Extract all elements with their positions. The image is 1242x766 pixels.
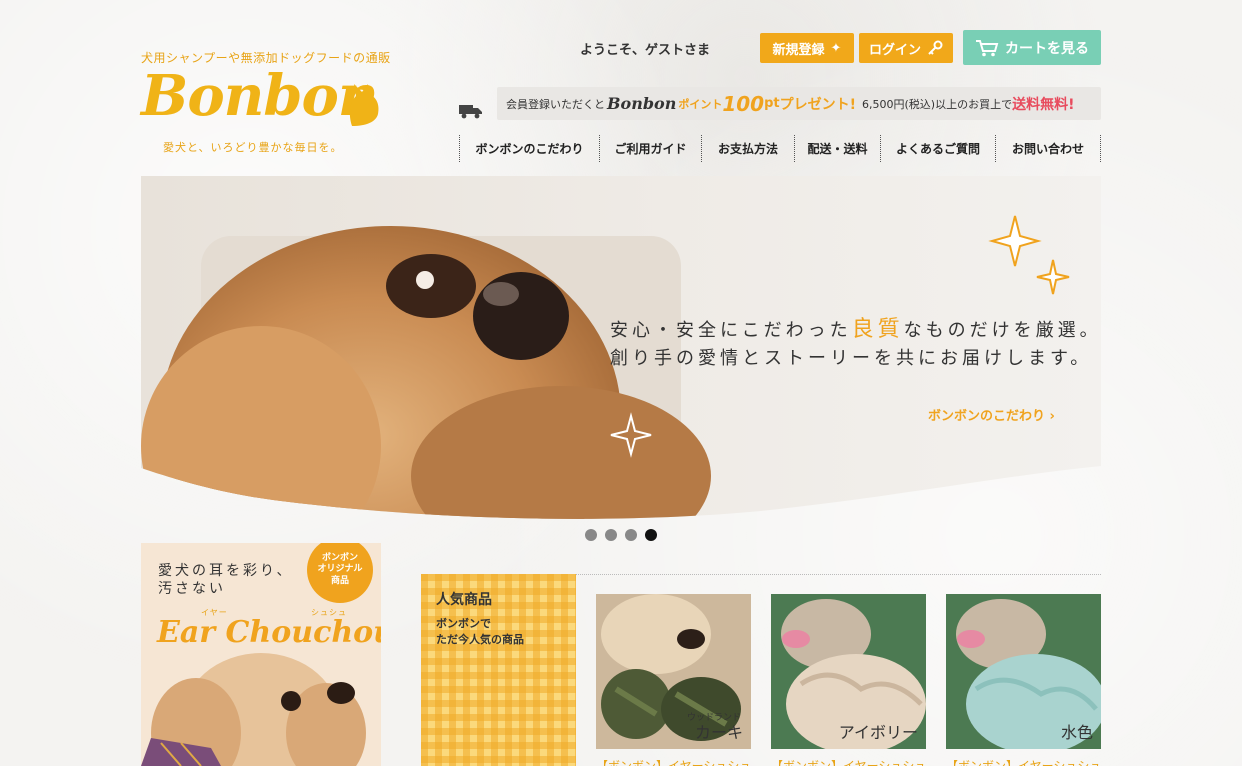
product-caption: カーキ [694,723,743,742]
banner-line2: 汚さない [158,581,226,597]
nav-item-contact[interactable]: お問い合わせ [996,135,1101,162]
promo-pre: 会員登録いただくと [506,97,605,111]
nav-item-faq[interactable]: よくあるご質問 [881,135,996,162]
promo-present: プレゼント! [779,96,856,113]
sparkle-icon: ✦ [830,40,842,56]
slider-dot-4[interactable] [645,529,657,541]
key-icon [928,40,943,55]
promo-points-value: 100 [722,91,765,116]
nav-item-shipping[interactable]: 配送・送料 [795,135,881,162]
promo-free-shipping: 送料無料! [1012,96,1075,113]
badge-line2: オリジナル [317,564,363,575]
promo-points-word: ポイント [678,97,723,111]
cart-button[interactable]: カートを見る [963,30,1101,65]
product-title: 【ボンボン】イヤーシュシュ [596,759,751,766]
promo-points-unit: pt [764,96,780,111]
hero-copy-line2: 創り手の愛情とストーリーを共にお届けします。 [610,348,1093,369]
popular-sub1: ボンボンで [436,617,491,630]
register-label: 新規登録 [772,42,825,58]
global-nav: ボンボンのこだわり ご利用ガイド お支払方法 配送・送料 よくあるご質問 お問い… [459,135,1101,162]
product-card[interactable]: 水色 【ボンボン】イヤーシュシュ [946,594,1101,766]
banner-line1: 愛犬の耳を彩り、 [158,563,294,579]
hero-line1-a: 安心・安全にこだわった [610,320,852,341]
ear-chouchou-banner[interactable]: 愛犬の耳を彩り、 汚さない ボンボン オリジナル 商品 イヤー シュシュ Ear… [141,543,381,766]
product-title: 【ボンボン】イヤーシュシュ [771,759,926,766]
nav-item-payment[interactable]: お支払方法 [702,135,795,162]
original-product-badge: ボンボン オリジナル 商品 [307,543,373,603]
hero-line1-highlight: 良質 [851,317,904,342]
truck-icon [459,105,482,119]
nav-item-kodawari[interactable]: ボンボンのこだわり [460,135,600,162]
page: 犬用シャンプーや無添加ドッグフードの通販 Bonbon 愛犬と、いろどり豊かな毎… [141,0,1101,766]
popular-title: 人気商品 [436,592,492,608]
product-image: ウッドランド カーキ [596,594,751,749]
register-button[interactable]: 新規登録 ✦ [760,33,854,63]
login-button[interactable]: ログイン [859,33,953,63]
cart-label: カートを見る [1005,40,1089,57]
badge-line3: 商品 [330,575,349,586]
site-logo[interactable]: Bonbon [141,68,379,124]
product-title: 【ボンボン】イヤーシュシュ [946,759,1101,766]
promo-banner: 会員登録いただくと Bonbon ポイント 100 pt プレゼント! 6,50… [497,87,1101,120]
popular-heading-box: 人気商品 ボンボンで ただ今人気の商品 [421,574,576,766]
login-label: ログイン [868,42,921,58]
product-image: アイボリー [771,594,926,749]
hero-slider[interactable]: 安心・安全にこだわった良質なものだけを厳選。 創り手の愛情とストーリーを共にお届… [141,176,1101,519]
badge-line1: ボンボン [321,553,358,564]
product-card[interactable]: アイボリー 【ボンボン】イヤーシュシュ [771,594,926,766]
logo-subtitle: 愛犬と、いろどり豊かな毎日を。 [163,141,343,154]
nav-item-guide[interactable]: ご利用ガイド [600,135,702,162]
popular-sub2: ただ今人気の商品 [436,633,524,646]
slider-pagination [585,529,657,541]
welcome-message: ようこそ、ゲストさま [580,43,711,58]
promo-brand: Bonbon [607,94,677,113]
product-card[interactable]: ウッドランド カーキ 【ボンボン】イヤーシュシュ [596,594,751,766]
dog-silhouette-icon [349,84,379,126]
product-caption: アイボリー [838,723,918,742]
product-image: 水色 [946,594,1101,749]
product-caption: 水色 [1060,723,1093,742]
promo-condition: 6,500円(税込)以上のお買上で [862,97,1013,111]
banner-title: Ear Chouchou [157,615,381,650]
slider-dot-3[interactable] [625,529,637,541]
hero-line1-b: なものだけを厳選。 [903,320,1101,341]
cart-icon [976,39,999,56]
slider-dot-2[interactable] [605,529,617,541]
banner-dog-image [141,653,366,766]
hero-kodawari-link[interactable]: ボンボンのこだわり › [928,405,1055,424]
hero-copy-line1: 安心・安全にこだわった良質なものだけを厳選。 [610,311,1101,343]
slider-dot-1[interactable] [585,529,597,541]
